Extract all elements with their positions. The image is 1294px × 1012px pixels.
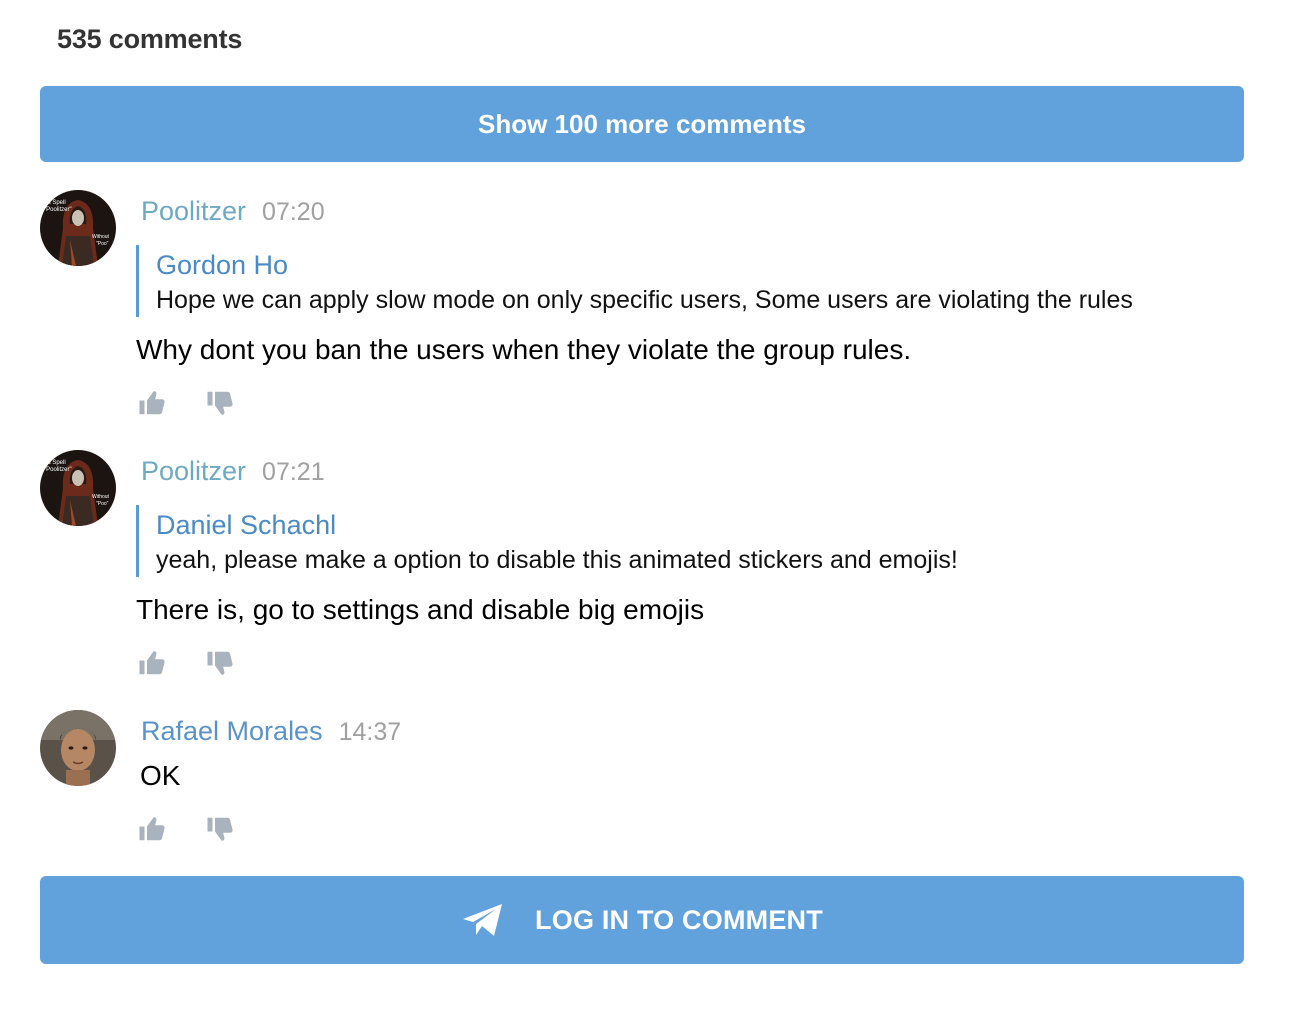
login-to-comment-button[interactable]: LOG IN TO COMMENT — [40, 876, 1244, 964]
comment-time: 07:21 — [262, 458, 325, 486]
hooded-figure-avatar-icon: ad Spell "Poolitzer" Without "Poo" — [40, 190, 116, 266]
author-name[interactable]: Rafael Morales — [141, 716, 323, 746]
svg-text:Without: Without — [92, 234, 110, 240]
comment-meta: Rafael Morales 14:37 — [141, 716, 401, 747]
comment-time: 14:37 — [338, 718, 402, 746]
reply-author: Gordon Ho — [156, 250, 289, 280]
comment-time: 07:20 — [262, 198, 325, 226]
reply-text: Hope we can apply slow mode on only spec… — [156, 286, 1133, 314]
comment-actions — [137, 814, 235, 844]
svg-text:ad Spell: ad Spell — [44, 460, 66, 466]
comment-text: Why dont you ban the users when they vio… — [136, 334, 912, 365]
svg-text:"Poo": "Poo" — [96, 501, 109, 507]
svg-text:"Poolitzer": "Poolitzer" — [44, 467, 72, 473]
thumbs-up-icon[interactable] — [137, 814, 167, 844]
comment-actions — [137, 388, 235, 418]
svg-text:"Poolitzer": "Poolitzer" — [44, 207, 72, 213]
thumbs-down-icon[interactable] — [205, 814, 235, 844]
author-name[interactable]: Poolitzer — [141, 456, 246, 486]
svg-text:ad Spell: ad Spell — [44, 200, 66, 206]
hooded-figure-avatar-icon: ad Spell "Poolitzer" Without "Poo" — [40, 450, 116, 526]
comment-meta: Poolitzer 07:21 — [141, 456, 325, 487]
thumbs-down-icon[interactable] — [205, 648, 235, 678]
comment-actions — [137, 648, 235, 678]
show-more-comments-button[interactable]: Show 100 more comments — [40, 86, 1244, 162]
comment-text: There is, go to settings and disable big… — [136, 594, 705, 625]
telegram-plane-icon — [463, 904, 503, 936]
login-label: LOG IN TO COMMENT — [535, 904, 823, 935]
thumbs-down-icon[interactable] — [205, 388, 235, 418]
comment-text: OK — [140, 760, 181, 791]
svg-text:"Poo": "Poo" — [96, 241, 109, 247]
comments-widget: 535 comments Show 100 more comments ad S… — [0, 0, 1294, 1012]
thumbs-up-icon[interactable] — [137, 648, 167, 678]
svg-text:Without: Without — [92, 494, 110, 500]
reply-quote[interactable]: Gordon Ho Hope we can apply slow mode on… — [136, 245, 1256, 317]
avatar[interactable]: ad Spell "Poolitzer" Without "Poo" — [40, 190, 116, 266]
reply-quote[interactable]: Daniel Schachl yeah, please make a optio… — [136, 505, 1256, 577]
person-photo-avatar-icon — [40, 710, 116, 786]
reply-text: yeah, please make a option to disable th… — [156, 546, 958, 574]
avatar[interactable] — [40, 710, 116, 786]
author-name[interactable]: Poolitzer — [141, 196, 246, 226]
comment-count: 535 comments — [57, 24, 243, 54]
avatar[interactable]: ad Spell "Poolitzer" Without "Poo" — [40, 450, 116, 526]
thumbs-up-icon[interactable] — [137, 388, 167, 418]
reply-author: Daniel Schachl — [156, 510, 337, 540]
comment-meta: Poolitzer 07:20 — [141, 196, 325, 227]
